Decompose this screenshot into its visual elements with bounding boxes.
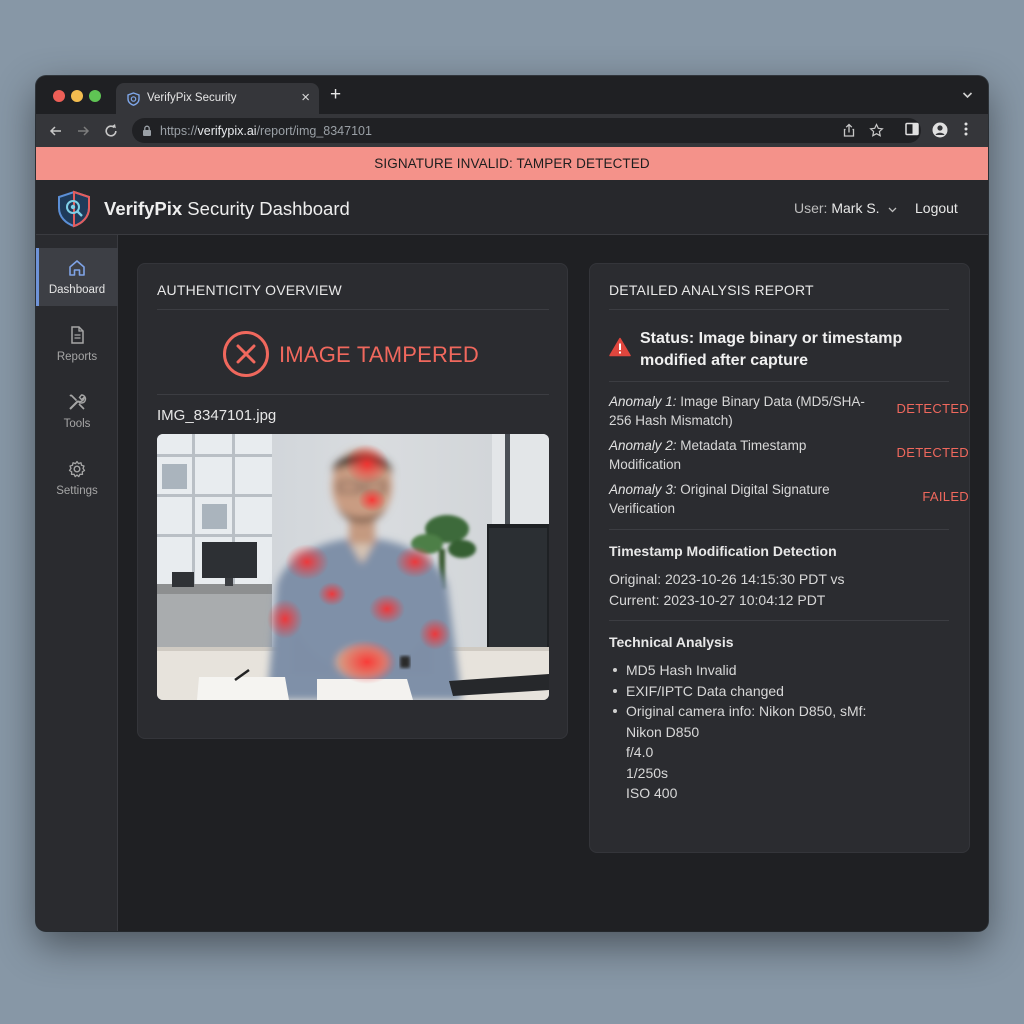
app-header: VerifyPix Security Dashboard User: Mark … — [36, 180, 988, 235]
sidebar-item-tools[interactable]: Tools — [36, 382, 118, 440]
sidebar-item-label: Dashboard — [48, 284, 106, 296]
url-text: https://verifypix.ai/report/img_8347101 — [160, 124, 372, 138]
list-item: Original camera info: Nikon D850, sMf: — [612, 701, 866, 722]
anomaly-prefix: Anomaly 2: — [609, 438, 677, 453]
status-message: Status: Image binary or timestamp modifi… — [640, 330, 903, 369]
sidebar-item-settings[interactable]: Settings — [36, 449, 118, 507]
maximize-window-button[interactable] — [89, 90, 101, 102]
url-path: /report/img_8347101 — [256, 124, 372, 138]
user-label: User: — [794, 200, 832, 216]
tab-close-button[interactable]: × — [301, 89, 310, 106]
list-item: EXIF/IPTC Data changed — [612, 681, 866, 702]
side-panel-icon[interactable] — [905, 122, 919, 136]
profile-avatar-icon[interactable] — [932, 122, 948, 138]
user-name: Mark S. — [831, 200, 880, 216]
close-window-button[interactable] — [53, 90, 65, 102]
app-title-rest: Security Dashboard — [182, 198, 350, 219]
sidebar-item-dashboard[interactable]: Dashboard — [36, 248, 118, 306]
office-photo-illustration — [157, 434, 549, 700]
detailed-analysis-card: DETAILED ANALYSIS REPORT Status: Image b… — [589, 263, 970, 853]
url-bar[interactable]: https://verifypix.ai/report/img_8347101 — [132, 118, 921, 143]
reload-icon[interactable] — [103, 123, 119, 139]
technical-list: MD5 Hash Invalid EXIF/IPTC Data changed … — [612, 660, 866, 804]
divider — [157, 394, 549, 395]
card-title: DETAILED ANALYSIS REPORT — [609, 282, 814, 298]
forward-arrow-icon[interactable] — [75, 123, 91, 139]
anomaly-status: FAILED — [922, 489, 969, 504]
anomaly-label: Anomaly 2: Metadata Timestamp Modificati… — [609, 436, 879, 474]
chevron-down-icon[interactable] — [962, 91, 973, 99]
user-menu[interactable]: User: Mark S. — [794, 200, 880, 216]
timestamp-section-title: Timestamp Modification Detection — [609, 543, 837, 559]
browser-tab[interactable]: VerifyPix Security × — [116, 83, 319, 114]
chevron-down-icon[interactable] — [888, 207, 897, 213]
warning-triangle-icon — [609, 337, 631, 357]
divider — [609, 620, 949, 621]
address-row: https://verifypix.ai/report/img_8347101 — [36, 114, 988, 147]
tab-title: VerifyPix Security — [147, 92, 237, 104]
divider — [609, 381, 949, 382]
shield-favicon-icon — [127, 92, 140, 106]
sidebar-item-reports[interactable]: Reports — [36, 315, 118, 373]
sidebar-item-label: Settings — [56, 485, 98, 497]
card-title: AUTHENTICITY OVERVIEW — [157, 282, 342, 298]
logout-button[interactable]: Logout — [915, 200, 958, 216]
new-tab-button[interactable]: + — [330, 85, 341, 104]
timestamp-original: Original: 2023-10-26 14:15:30 PDT vs — [609, 571, 845, 587]
anomaly-label: Anomaly 3: Original Digital Signature Ve… — [609, 480, 879, 518]
brand-name: VerifyPix — [104, 198, 183, 219]
share-icon[interactable] — [842, 123, 856, 138]
divider — [609, 309, 949, 310]
anomaly-prefix: Anomaly 3: — [609, 482, 677, 497]
file-name: IMG_8347101.jpg — [157, 407, 277, 424]
anomaly-label: Anomaly 1: Image Binary Data (MD5/SHA-25… — [609, 392, 879, 430]
kebab-menu-icon[interactable] — [964, 122, 968, 136]
tamper-alert-banner: SIGNATURE INVALID: TAMPER DETECTED — [36, 147, 988, 180]
app-title: VerifyPix Security Dashboard — [104, 198, 350, 220]
list-item: MD5 Hash Invalid — [612, 660, 866, 681]
divider — [609, 529, 949, 530]
sidebar-item-label: Reports — [56, 351, 98, 363]
sidebar-item-label: Tools — [63, 418, 91, 430]
back-arrow-icon[interactable] — [48, 123, 64, 139]
shield-logo-icon — [58, 190, 90, 228]
gear-icon — [68, 460, 86, 478]
url-host: verifypix.ai — [197, 124, 257, 138]
minimize-window-button[interactable] — [71, 90, 83, 102]
error-circle-icon — [223, 331, 269, 377]
tools-icon — [69, 394, 87, 410]
camera-detail: f/4.0 — [626, 744, 654, 760]
lock-icon — [143, 125, 151, 136]
tab-strip: VerifyPix Security × + — [36, 76, 988, 114]
timestamp-current: Current: 2023-10-27 10:04:12 PDT — [609, 592, 826, 608]
browser-window: VerifyPix Security × + https://verifypix… — [36, 76, 988, 931]
technical-section-title: Technical Analysis — [609, 634, 734, 650]
sidebar: Dashboard Reports Tools Settings — [36, 235, 118, 931]
authenticity-overview-card: AUTHENTICITY OVERVIEW IMAGE TAMPERED IMG… — [137, 263, 568, 739]
anomaly-status: DETECTED — [896, 445, 969, 460]
main-content: AUTHENTICITY OVERVIEW IMAGE TAMPERED IMG… — [118, 235, 988, 931]
camera-detail: 1/250s — [626, 764, 669, 781]
divider — [157, 309, 549, 310]
verdict-label: IMAGE TAMPERED — [279, 342, 480, 367]
url-scheme: https:// — [160, 124, 198, 138]
home-icon — [69, 260, 85, 276]
anomaly-status: DETECTED — [896, 401, 969, 416]
bookmark-star-icon[interactable] — [869, 123, 884, 138]
camera-detail: ISO 400 — [626, 785, 678, 801]
anomaly-prefix: Anomaly 1: — [609, 394, 677, 409]
document-icon — [71, 326, 84, 344]
camera-detail: Nikon D850 — [626, 723, 700, 740]
analyzed-image-preview[interactable] — [157, 434, 549, 700]
